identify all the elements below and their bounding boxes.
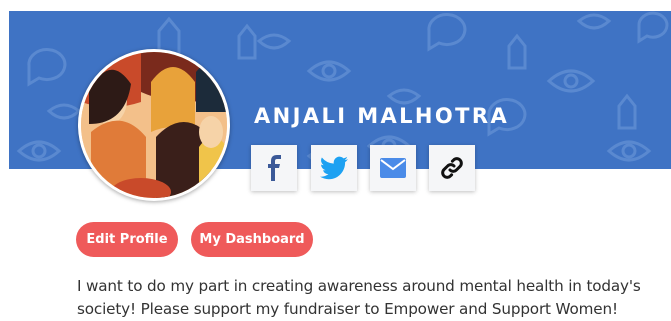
my-dashboard-button[interactable]: My Dashboard	[191, 222, 313, 257]
link-icon	[441, 157, 463, 179]
profile-name: ANJALI MALHOTRA	[254, 104, 510, 128]
profile-avatar	[78, 49, 230, 201]
mail-icon	[380, 158, 406, 178]
twitter-icon	[320, 156, 348, 180]
facebook-icon	[268, 155, 281, 181]
email-share-button[interactable]	[370, 145, 416, 191]
copy-link-button[interactable]	[429, 145, 475, 191]
twitter-share-button[interactable]	[311, 145, 357, 191]
edit-profile-button[interactable]: Edit Profile	[76, 222, 178, 257]
facebook-share-button[interactable]	[251, 145, 297, 191]
profile-bio: I want to do my part in creating awarene…	[77, 277, 641, 318]
